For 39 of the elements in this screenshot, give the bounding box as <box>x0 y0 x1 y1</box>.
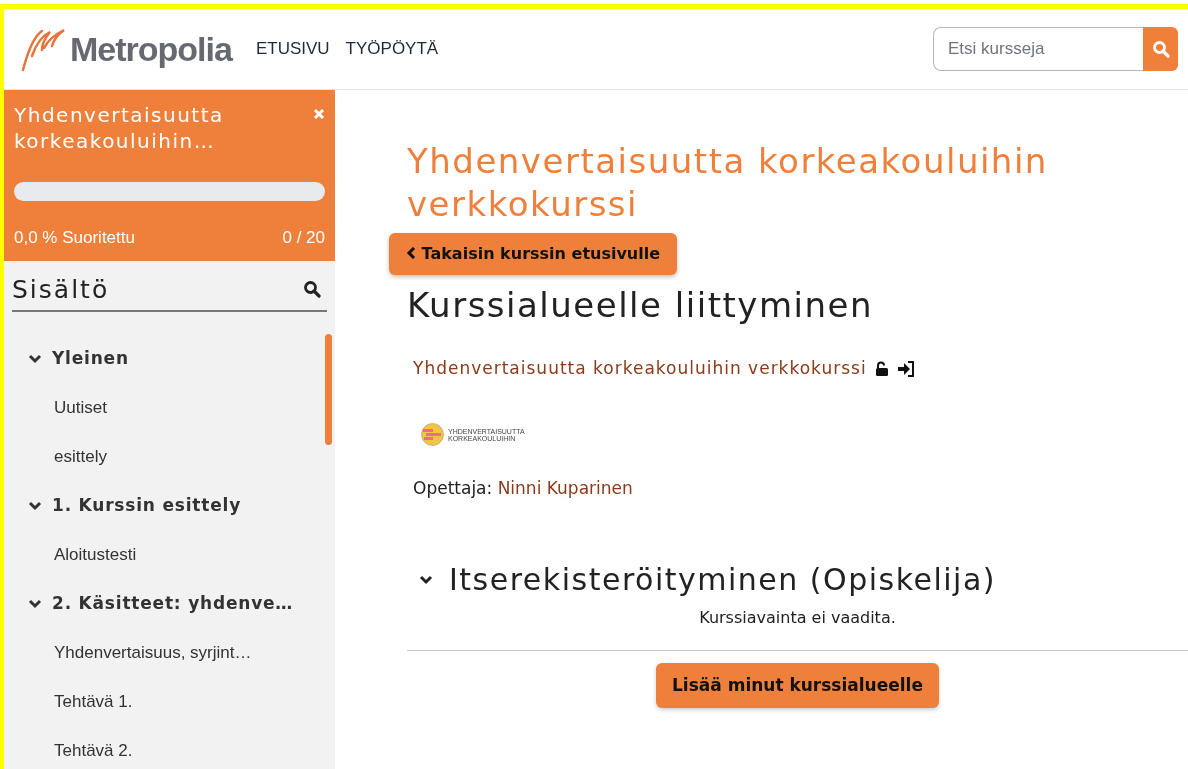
close-icon[interactable] <box>313 108 325 120</box>
section-heading: Itserekisteröityminen (Opiskelija) <box>449 561 997 598</box>
nav-link[interactable]: ETUSIVU <box>255 36 330 62</box>
tree-item[interactable]: Aloitustesti <box>4 530 335 579</box>
page-heading: Kurssialueelle liittyminen <box>407 285 874 326</box>
course-title: Yhdenvertaisuutta korkeakouluihin… <box>14 102 225 154</box>
tree-item[interactable]: Tehtävä 1. <box>4 677 335 726</box>
note-text: Kurssiavainta ei vaadita. <box>699 606 896 629</box>
search-icon[interactable] <box>303 280 321 299</box>
sign-in-icon <box>896 360 915 377</box>
tree-item[interactable]: Yhdenvertaisuus, syrjint… <box>4 628 335 677</box>
tree-section[interactable]: 1. Kurssin esittely <box>4 481 335 530</box>
course-heading: Yhdenvertaisuutta korkeakouluihin verkkokurssi <box>407 140 1049 225</box>
tree-item[interactable]: Tehtävä 2. <box>4 726 335 769</box>
nav-link[interactable]: TYÖPÖYTÄ <box>345 36 439 62</box>
tree-section[interactable]: 2. Käsitteet: yhdenve… <box>4 579 335 628</box>
search-field[interactable]: Etsi kursseja <box>933 27 1143 71</box>
contents-title: Sisältö <box>12 273 110 306</box>
logo-text[interactable]: Metropolia <box>70 23 232 75</box>
course-link[interactable]: Yhdenvertaisuutta korkeakouluihin verkkokurssi <box>413 355 867 382</box>
chevron-left-icon <box>406 247 416 259</box>
search-icon <box>1151 40 1170 58</box>
tree-item[interactable]: Uutiset <box>4 383 335 432</box>
chevron-down-icon <box>28 353 42 364</box>
unlocked-padlock-icon <box>874 360 889 377</box>
progress-count: 0 / 20 <box>282 227 325 249</box>
chevron-down-icon <box>28 500 42 511</box>
tree-section[interactable]: Yleinen <box>4 334 335 383</box>
logo-swoosh-icon[interactable] <box>20 26 66 72</box>
search-button[interactable] <box>1143 27 1178 71</box>
teacher-link[interactable]: Ninni Kuparinen <box>497 478 633 499</box>
enrol-button[interactable]: Lisää minut kurssialueelle <box>656 662 939 709</box>
chevron-down-icon <box>28 598 42 609</box>
progress-text: 0,0 % Suoritettu <box>14 227 135 249</box>
chevron-down-icon[interactable] <box>419 574 433 585</box>
teacher-line: Opettaja: Ninni Kuparinen <box>413 477 634 501</box>
tree-item[interactable]: esittely <box>4 432 335 481</box>
scrollbar-thumb[interactable] <box>325 334 332 445</box>
back-button[interactable]: Takaisin kurssin etusivulle <box>389 233 678 275</box>
